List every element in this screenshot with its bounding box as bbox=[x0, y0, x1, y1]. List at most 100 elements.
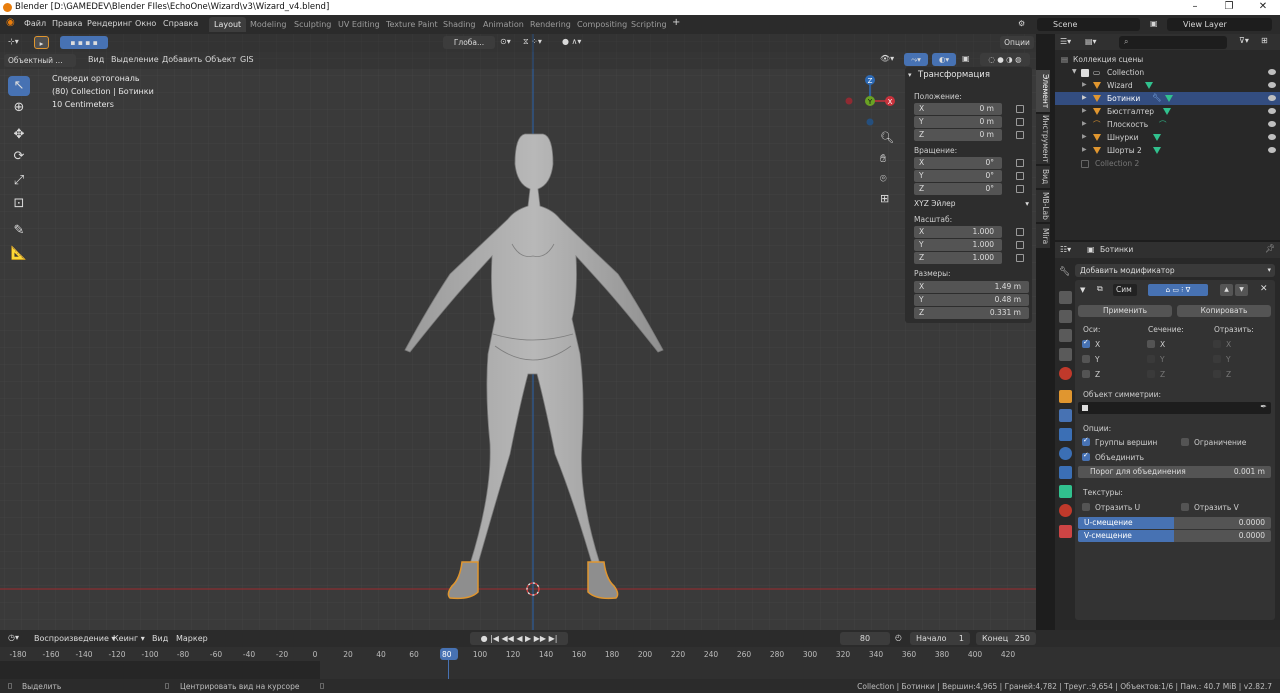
pan-hand-icon[interactable]: ✋︎ bbox=[880, 152, 886, 166]
axis-x-checkbox[interactable] bbox=[1082, 338, 1090, 348]
include-checkbox[interactable] bbox=[1081, 160, 1089, 168]
view-layer-icon[interactable]: ▣ bbox=[1150, 19, 1158, 28]
rotation-y-field[interactable]: Y 0° bbox=[914, 170, 1002, 182]
snap-icon[interactable]: ⧖ ⁘▾ bbox=[523, 37, 542, 47]
pivot-icon[interactable]: ⊙▾ bbox=[500, 37, 511, 46]
scene-icon[interactable]: ⚙ bbox=[1018, 19, 1025, 28]
new-collection-icon[interactable]: ⊞ bbox=[1261, 36, 1268, 45]
overlay-toggle[interactable]: ◐▾ bbox=[932, 53, 956, 66]
move-icon[interactable]: ✥ bbox=[8, 125, 30, 145]
visibility-icon[interactable]: 👁▾ bbox=[880, 54, 894, 63]
editor-type-icon[interactable]: ☷▾ bbox=[1060, 245, 1071, 254]
menu-add[interactable]: Добавить bbox=[162, 55, 202, 64]
transform-icon[interactable]: ⊡ bbox=[8, 194, 30, 214]
menu-edit[interactable]: Правка bbox=[52, 19, 82, 28]
menu-object[interactable]: Объект bbox=[205, 55, 236, 64]
filter-icon[interactable]: ⊽▾ bbox=[1239, 36, 1249, 45]
world-tab-icon[interactable] bbox=[1059, 367, 1072, 380]
flip-x-checkbox[interactable] bbox=[1213, 340, 1221, 348]
render-tab-icon[interactable] bbox=[1059, 291, 1072, 304]
expand-arrow-icon[interactable]: ▶ bbox=[1082, 146, 1087, 153]
lock-icon[interactable] bbox=[1016, 118, 1024, 126]
annotate-icon[interactable]: ✎ bbox=[8, 221, 30, 241]
clock-icon[interactable]: ◴ bbox=[895, 633, 902, 642]
flip-y-checkbox[interactable] bbox=[1213, 355, 1221, 363]
marker-menu[interactable]: Маркер bbox=[176, 634, 208, 643]
blender-menu-icon[interactable]: ◉ bbox=[6, 17, 15, 28]
constraints-tab-icon[interactable] bbox=[1059, 466, 1072, 479]
mode-dropdown[interactable]: Объектный ... bbox=[4, 54, 76, 67]
editor-type-icon[interactable]: ⊹▾ bbox=[8, 37, 19, 46]
menu-view[interactable]: Вид bbox=[88, 55, 104, 64]
playback-controls[interactable]: ● |◀ ◀◀ ◀ ▶ ▶▶ ▶| bbox=[470, 632, 568, 645]
display-mode-icon[interactable]: ▤▾ bbox=[1085, 37, 1097, 46]
editor-type-icon[interactable]: ☰▾ bbox=[1060, 37, 1071, 46]
eye-icon[interactable] bbox=[1268, 95, 1276, 101]
tab-layout[interactable]: Layout bbox=[209, 17, 247, 32]
scene-field[interactable]: Scene bbox=[1037, 18, 1140, 31]
zoom-icon[interactable]: 🔍︎ bbox=[880, 131, 894, 144]
vertex-groups-checkbox[interactable] bbox=[1082, 436, 1090, 446]
menu-help[interactable]: Справка bbox=[163, 19, 198, 28]
dimension-y-field[interactable]: Y 0.48 m bbox=[914, 294, 1029, 306]
close-icon[interactable]: ✕ bbox=[1246, 0, 1280, 15]
expand-arrow-icon[interactable]: ▶ bbox=[1082, 107, 1087, 114]
menu-select[interactable]: Выделение bbox=[111, 55, 159, 64]
eye-icon[interactable] bbox=[1268, 82, 1276, 88]
outliner-row-laces[interactable]: ▶ Шнурки bbox=[1055, 131, 1280, 144]
rotation-x-field[interactable]: X 0° bbox=[914, 157, 1002, 169]
scale-x-field[interactable]: X 1.000 bbox=[914, 226, 1002, 238]
xray-icon[interactable]: ▣ bbox=[962, 54, 970, 63]
eye-icon[interactable] bbox=[1268, 147, 1276, 153]
cursor-icon[interactable]: ⊕ bbox=[8, 98, 30, 118]
location-x-field[interactable]: X0 m bbox=[914, 103, 1002, 115]
tab-mira[interactable]: Mira bbox=[1036, 224, 1050, 248]
scene-tab-icon[interactable] bbox=[1059, 348, 1072, 361]
tab-modeling[interactable]: Modeling bbox=[245, 17, 291, 32]
keying-menu[interactable]: Кеинг ▾ bbox=[113, 634, 145, 643]
tab-view[interactable]: Вид bbox=[1036, 166, 1050, 188]
tab-shading[interactable]: Shading bbox=[438, 17, 481, 32]
eye-icon[interactable] bbox=[1268, 69, 1276, 75]
tab-uv-editing[interactable]: UV Editing bbox=[333, 17, 385, 32]
select-mode-buttons[interactable]: ▪ ▪ ▪ ▪ bbox=[60, 36, 108, 49]
tab-sculpting[interactable]: Sculpting bbox=[289, 17, 336, 32]
apply-button[interactable]: Применить bbox=[1078, 305, 1172, 317]
texture-tab-icon[interactable] bbox=[1059, 525, 1072, 538]
scale-z-field[interactable]: Z 1.000 bbox=[914, 252, 1002, 264]
lock-icon[interactable] bbox=[1016, 254, 1024, 262]
menu-file[interactable]: Файл bbox=[24, 19, 46, 28]
3d-viewport[interactable]: Z X Y ⊹▾ ▸ ▪ ▪ ▪ ▪ Глоба... ⊙▾ ⧖ ⁘▾ ● ∧▾… bbox=[0, 34, 1036, 630]
merge-threshold-field[interactable]: Порог для объединения 0.001 m bbox=[1078, 466, 1271, 478]
outliner-row-boots[interactable]: ▶ Ботинки 🔧︎ bbox=[1055, 92, 1280, 105]
view-layer-tab-icon[interactable] bbox=[1059, 329, 1072, 342]
output-tab-icon[interactable] bbox=[1059, 310, 1072, 323]
options-dropdown[interactable]: Опции bbox=[1000, 36, 1034, 49]
bisect-y-checkbox[interactable] bbox=[1147, 355, 1155, 363]
editor-type-icon[interactable]: ◷▾ bbox=[8, 633, 19, 642]
expand-arrow-icon[interactable]: ▼ bbox=[1072, 68, 1077, 75]
dimension-z-field[interactable]: Z 0.331 m bbox=[914, 307, 1029, 319]
outliner-row-wizard[interactable]: ▶ Wizard bbox=[1055, 79, 1280, 92]
menu-render[interactable]: Рендеринг bbox=[87, 19, 132, 28]
move-up-icon[interactable]: ▲ bbox=[1220, 284, 1233, 296]
pin-icon[interactable]: 📌︎ bbox=[1265, 244, 1275, 253]
modifier-tab-icon[interactable] bbox=[1059, 409, 1072, 422]
tab-rendering[interactable]: Rendering bbox=[525, 17, 576, 32]
collapse-arrow-icon[interactable]: ▾ bbox=[908, 71, 912, 79]
shading-buttons[interactable]: ◌ ● ◑ ◍ bbox=[980, 53, 1030, 66]
physics-tab-icon[interactable] bbox=[1059, 447, 1072, 460]
playback-menu[interactable]: Воспроизведение ▾ bbox=[34, 634, 115, 643]
menu-window[interactable]: Окно bbox=[135, 19, 156, 28]
outliner-row-collection-2[interactable]: Collection 2 bbox=[1055, 157, 1280, 170]
mirror-u-checkbox[interactable] bbox=[1082, 503, 1090, 511]
camera-icon[interactable]: ⌾ bbox=[880, 172, 887, 186]
move-down-icon[interactable]: ▼ bbox=[1235, 284, 1248, 296]
axis-z-checkbox[interactable] bbox=[1082, 370, 1090, 378]
eyedropper-icon[interactable]: ✒ bbox=[1260, 402, 1267, 411]
tab-tool[interactable]: Инструмент bbox=[1036, 114, 1050, 164]
tab-texture-paint[interactable]: Texture Paint bbox=[381, 17, 443, 32]
add-workspace-icon[interactable]: + bbox=[672, 17, 680, 28]
lock-icon[interactable] bbox=[1016, 241, 1024, 249]
start-frame-field[interactable]: Начало 1 bbox=[910, 632, 970, 645]
